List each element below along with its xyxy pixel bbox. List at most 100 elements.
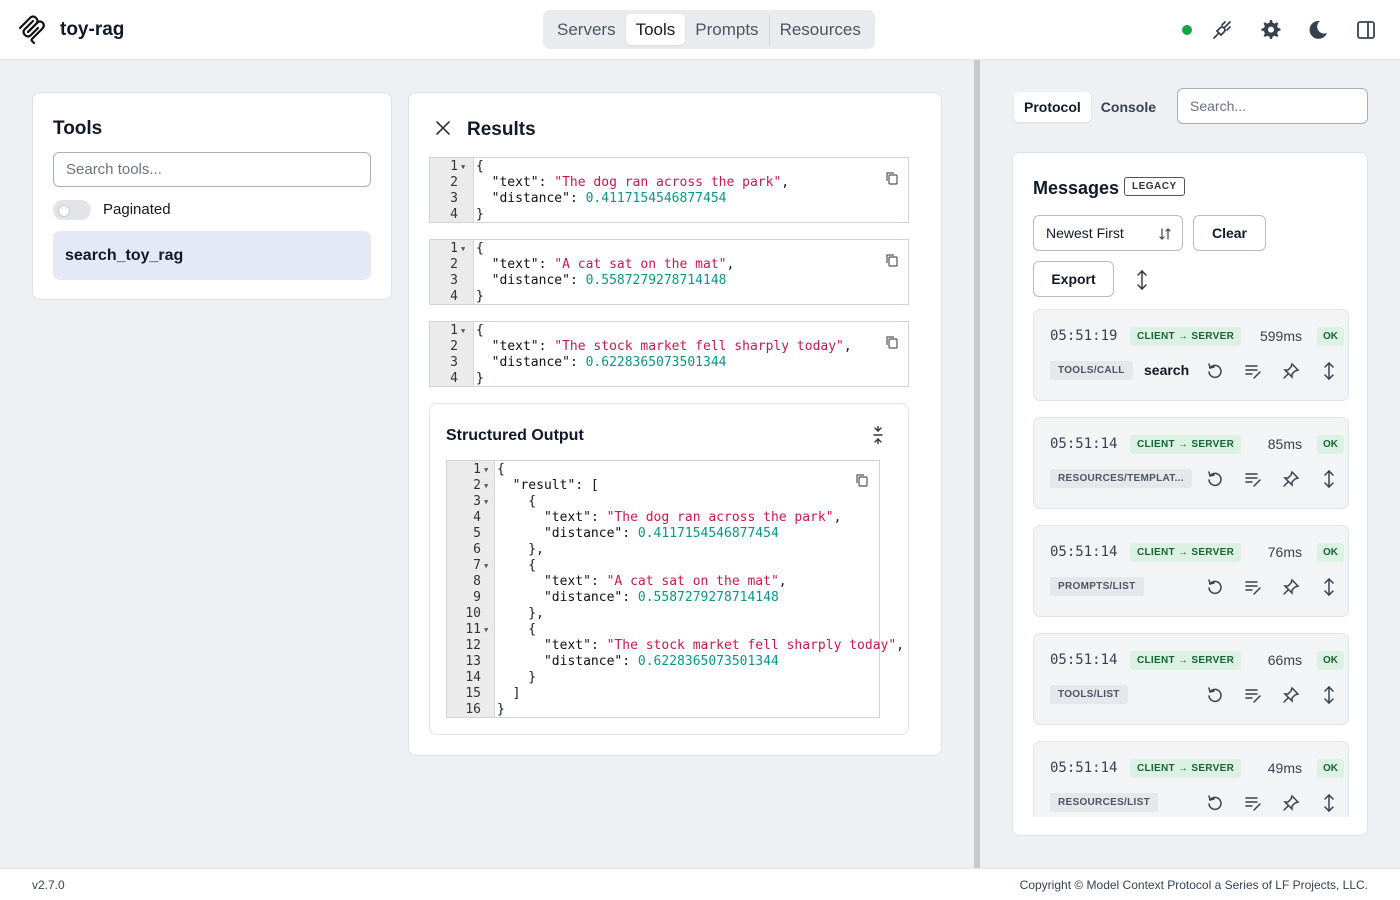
message-time: 05:51:14 <box>1050 544 1118 560</box>
message-duration: 76ms <box>1267 544 1302 560</box>
structured-distance: 0.5587279278714148 <box>637 590 779 605</box>
direction-badge: CLIENT → SERVER <box>1130 759 1242 778</box>
structured-output-card: Structured Output 1 ▼ 2 ▼ 3 ▼ 4 5 6 7 ▼ 8 9 … <box>429 403 909 735</box>
tool-item-search-toy-rag[interactable]: search_toy_rag <box>53 231 371 280</box>
tools-panel: Tools Paginated search_toy_rag <box>32 92 392 300</box>
structured-distance: 0.4117154546877454 <box>637 526 779 541</box>
app-header: toy-rag Servers Tools Prompts Resources <box>0 0 1400 60</box>
result-distance: 0.5587279278714148 <box>585 273 727 288</box>
status-badge: OK <box>1317 543 1344 562</box>
status-badge: OK <box>1317 651 1344 670</box>
copy-icon[interactable] <box>885 253 899 267</box>
message-item[interactable]: 05:51:19 CLIENT → SERVER 599ms OK TOOLS/… <box>1033 309 1349 401</box>
direction-badge: CLIENT → SERVER <box>1130 327 1242 346</box>
copy-icon[interactable] <box>885 171 899 185</box>
sidebar-toggle-icon[interactable] <box>1354 18 1378 42</box>
structured-text: A cat sat on the mat <box>614 574 771 589</box>
method-badge: TOOLS/LIST <box>1050 685 1128 704</box>
pin-icon[interactable] <box>1282 686 1300 704</box>
edit-list-icon[interactable] <box>1244 794 1262 812</box>
version-label: v2.7.0 <box>32 878 65 892</box>
tab-protocol[interactable]: Protocol <box>1014 92 1091 122</box>
method-badge: PROMPTS/LIST <box>1050 577 1144 596</box>
expand-icon[interactable] <box>1320 470 1338 488</box>
tab-resources[interactable]: Resources <box>770 14 871 45</box>
mcp-logo-icon <box>18 15 45 44</box>
result-code-block[interactable]: 1 ▼ 2 3 4 { "text": "The dog ran across t… <box>429 157 909 223</box>
sort-select-value: Newest First <box>1046 225 1124 241</box>
message-list: 05:51:19 CLIENT → SERVER 599ms OK TOOLS/… <box>1033 309 1349 817</box>
result-code-block[interactable]: 1 ▼ 2 3 4 { "text": "A cat sat on the mat… <box>429 239 909 305</box>
status-badge: OK <box>1317 435 1344 454</box>
edit-list-icon[interactable] <box>1244 578 1262 596</box>
tool-name: search <box>1144 362 1190 378</box>
result-text: The dog ran across the park <box>562 175 774 190</box>
tab-servers[interactable]: Servers <box>547 14 626 45</box>
sort-icon <box>1159 228 1171 240</box>
result-text: A cat sat on the mat <box>562 257 719 272</box>
tools-panel-title: Tools <box>53 118 103 139</box>
messages-card: Messages LEGACY Newest First Clear Expor… <box>1012 152 1368 836</box>
close-icon[interactable] <box>435 120 451 136</box>
collapse-icon[interactable] <box>872 426 884 444</box>
tab-console[interactable]: Console <box>1091 92 1166 122</box>
tab-tools[interactable]: Tools <box>625 14 686 45</box>
structured-output-code[interactable]: 1 ▼ 2 ▼ 3 ▼ 4 5 6 7 ▼ 8 9 10 11 ▼ 12 13 14 15… <box>446 460 904 718</box>
history-panel: Protocol Console Messages LEGACY Newest … <box>980 60 1400 868</box>
replay-icon[interactable] <box>1206 362 1224 380</box>
legacy-badge: LEGACY <box>1124 177 1185 196</box>
clear-button[interactable]: Clear <box>1193 215 1266 251</box>
search-tools-input[interactable] <box>53 152 371 187</box>
replay-icon[interactable] <box>1206 578 1224 596</box>
pin-icon[interactable] <box>1282 362 1300 380</box>
replay-icon[interactable] <box>1206 470 1224 488</box>
structured-text: The dog ran across the park <box>614 510 826 525</box>
tab-prompts[interactable]: Prompts <box>685 14 768 45</box>
copy-icon[interactable] <box>885 335 899 349</box>
message-time: 05:51:14 <box>1050 760 1118 776</box>
message-item[interactable]: 05:51:14 CLIENT → SERVER 49ms OK RESOURC… <box>1033 741 1349 817</box>
expand-icon[interactable] <box>1320 578 1338 596</box>
structured-distance: 0.6228365073501344 <box>637 654 779 669</box>
method-badge: TOOLS/CALL <box>1050 361 1133 380</box>
replay-icon[interactable] <box>1206 686 1224 704</box>
method-badge: RESOURCES/TEMPLAT... <box>1050 469 1192 488</box>
plug-icon[interactable] <box>1210 18 1234 42</box>
connection-status-dot <box>1182 25 1192 35</box>
dark-mode-moon-icon[interactable] <box>1306 18 1330 42</box>
status-badge: OK <box>1317 327 1344 346</box>
expand-icon[interactable] <box>1320 686 1338 704</box>
method-badge: RESOURCES/LIST <box>1050 793 1158 812</box>
result-code-block[interactable]: 1 ▼ 2 3 4 { "text": "The stock market fel… <box>429 321 909 387</box>
result-distance: 0.6228365073501344 <box>585 355 727 370</box>
message-time: 05:51:14 <box>1050 652 1118 668</box>
gear-icon[interactable] <box>1258 18 1282 42</box>
message-item[interactable]: 05:51:14 CLIENT → SERVER 85ms OK RESOURC… <box>1033 417 1349 509</box>
expand-all-icon[interactable] <box>1136 270 1148 290</box>
edit-list-icon[interactable] <box>1244 470 1262 488</box>
pin-icon[interactable] <box>1282 470 1300 488</box>
results-title: Results <box>467 119 536 140</box>
export-button[interactable]: Export <box>1033 261 1114 297</box>
copy-icon[interactable] <box>855 473 869 487</box>
pin-icon[interactable] <box>1282 578 1300 596</box>
expand-icon[interactable] <box>1320 794 1338 812</box>
message-item[interactable]: 05:51:14 CLIENT → SERVER 66ms OK TOOLS/L… <box>1033 633 1349 725</box>
result-distance: 0.4117154546877454 <box>585 191 727 206</box>
message-item[interactable]: 05:51:14 CLIENT → SERVER 76ms OK PROMPTS… <box>1033 525 1349 617</box>
structured-output-title: Structured Output <box>446 427 584 444</box>
edit-list-icon[interactable] <box>1244 686 1262 704</box>
sort-select[interactable]: Newest First <box>1033 215 1183 251</box>
pin-icon[interactable] <box>1282 794 1300 812</box>
app-title: toy-rag <box>60 19 125 40</box>
expand-icon[interactable] <box>1320 362 1338 380</box>
paginated-toggle[interactable] <box>53 200 91 220</box>
messages-search-input[interactable] <box>1177 88 1368 124</box>
edit-list-icon[interactable] <box>1244 362 1262 380</box>
results-panel: Results 1 ▼ 2 3 4 { "text": "The dog ran … <box>408 92 942 756</box>
history-tabs: Protocol Console <box>1014 92 1166 122</box>
direction-badge: CLIENT → SERVER <box>1130 435 1242 454</box>
result-text: The stock market fell sharply today <box>562 339 837 354</box>
replay-icon[interactable] <box>1206 794 1224 812</box>
structured-key: result <box>520 478 568 493</box>
